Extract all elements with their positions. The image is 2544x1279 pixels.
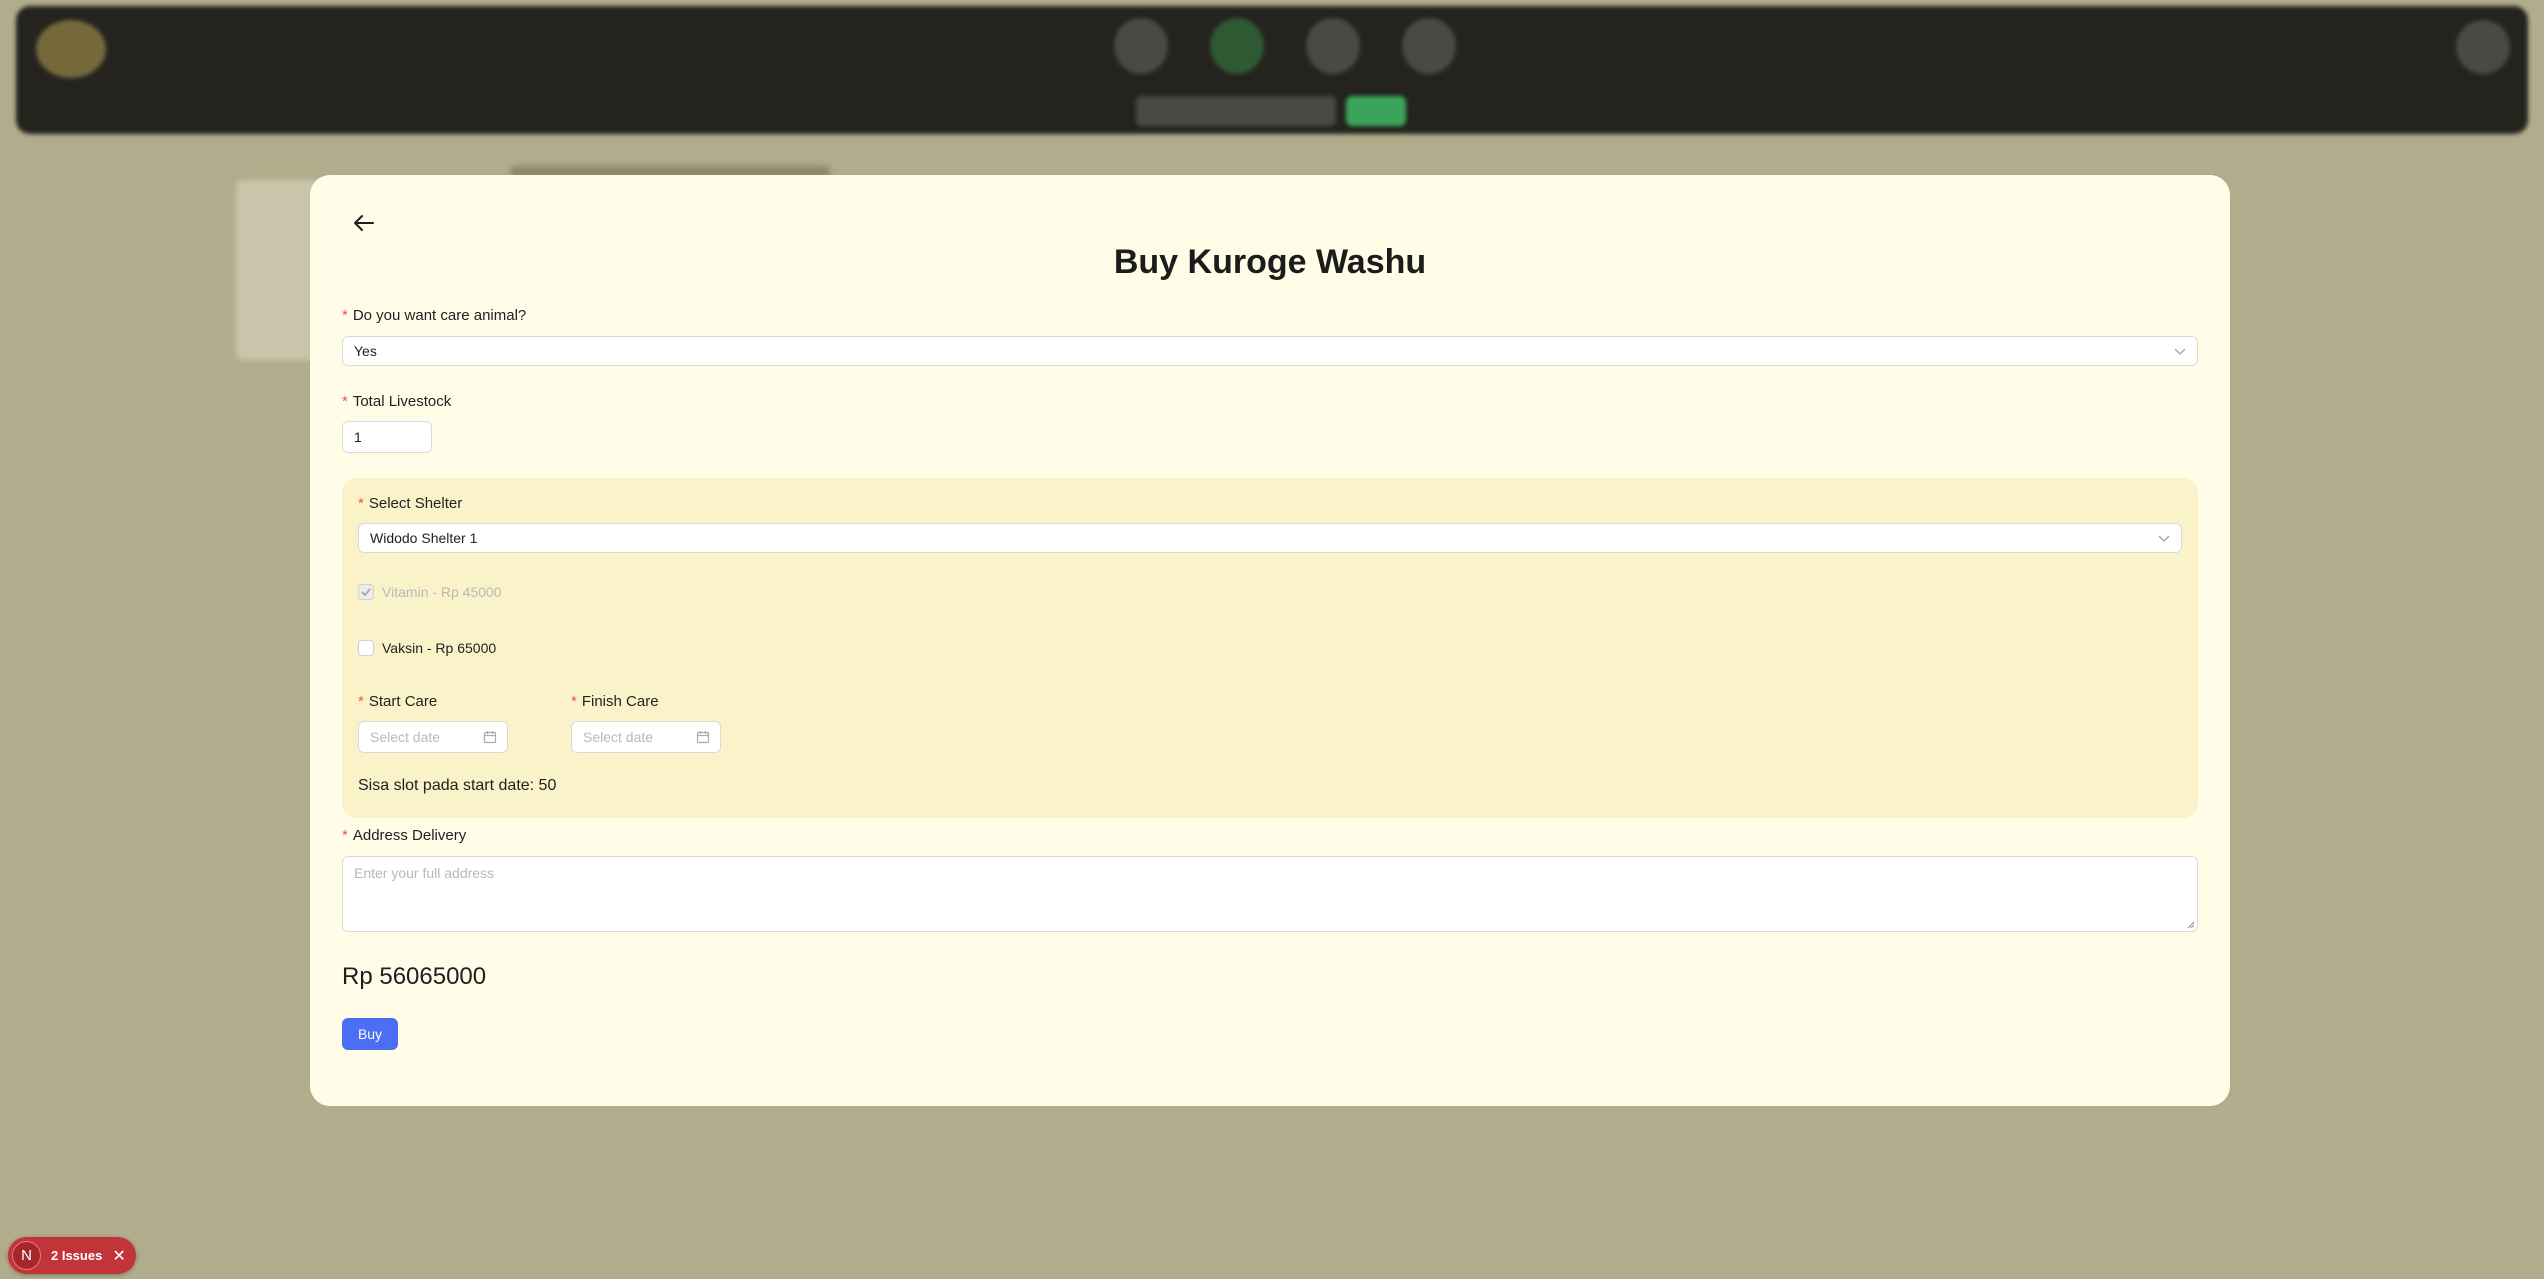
background-avatar: [2456, 20, 2510, 74]
care-question-value: Yes: [354, 343, 377, 359]
address-textarea[interactable]: Enter your full address: [342, 856, 2198, 932]
background-logo: [36, 20, 106, 78]
back-button[interactable]: [346, 205, 382, 241]
background-button: [1346, 96, 1406, 126]
address-label: * Address Delivery: [342, 827, 467, 844]
vitamin-checkbox[interactable]: [358, 584, 374, 600]
total-price: Rp 56065000: [342, 963, 487, 990]
shelter-value: Widodo Shelter 1: [370, 530, 478, 546]
close-icon[interactable]: ✕: [112, 1246, 125, 1266]
issues-badge[interactable]: N 2 Issues ✕: [8, 1237, 136, 1274]
start-care-date-picker[interactable]: Select date: [358, 721, 508, 753]
vaksin-checkbox[interactable]: [358, 640, 374, 656]
total-livestock-value: 1: [354, 429, 362, 445]
total-livestock-label: * Total Livestock: [342, 393, 452, 410]
finish-care-placeholder: Select date: [583, 729, 654, 745]
vitamin-option[interactable]: Vitamin - Rp 45000: [358, 584, 502, 600]
page-title: Buy Kuroge Washu: [1113, 243, 1427, 281]
chevron-down-icon: [2174, 348, 2186, 356]
care-question-label: * Do you want care animal?: [342, 307, 527, 324]
vaksin-option[interactable]: Vaksin - Rp 65000: [358, 640, 496, 656]
check-icon: [361, 588, 371, 597]
chevron-down-icon: [2158, 535, 2170, 543]
start-care-label: * Start Care: [358, 693, 438, 710]
background-nav-icon: [1402, 18, 1456, 74]
resize-handle-icon[interactable]: [2185, 919, 2195, 929]
background-search: [1136, 96, 1336, 126]
arrow-left-icon: [354, 215, 374, 231]
next-logo-icon: N: [12, 1241, 41, 1270]
care-question-select[interactable]: Yes: [342, 336, 2198, 366]
vaksin-label: Vaksin - Rp 65000: [382, 640, 497, 656]
calendar-icon: [696, 731, 710, 744]
shelter-panel: * Select Shelter Widodo Shelter 1 Vitamin…: [342, 478, 2198, 818]
background-nav-icon: [1306, 18, 1360, 74]
finish-care-label: * Finish Care: [571, 693, 659, 710]
slot-remaining-text: Sisa slot pada start date: 50: [358, 777, 557, 794]
background-nav-icon: [1210, 18, 1264, 74]
select-shelter-label: * Select Shelter: [358, 495, 463, 512]
calendar-icon: [483, 731, 497, 744]
background-navbar: [16, 6, 2528, 134]
finish-care-date-picker[interactable]: Select date: [571, 721, 721, 753]
background-nav-icon: [1114, 18, 1168, 74]
total-livestock-input[interactable]: 1: [342, 421, 432, 453]
address-placeholder: Enter your full address: [354, 865, 495, 881]
shelter-select[interactable]: Widodo Shelter 1: [358, 523, 2182, 553]
buy-modal: Buy Kuroge Washu * Do you want care anima…: [310, 175, 2230, 1106]
issues-count: 2 Issues: [51, 1248, 103, 1263]
buy-button[interactable]: Buy: [342, 1018, 398, 1050]
start-care-placeholder: Select date: [370, 729, 441, 745]
vitamin-label: Vitamin - Rp 45000: [382, 584, 502, 600]
